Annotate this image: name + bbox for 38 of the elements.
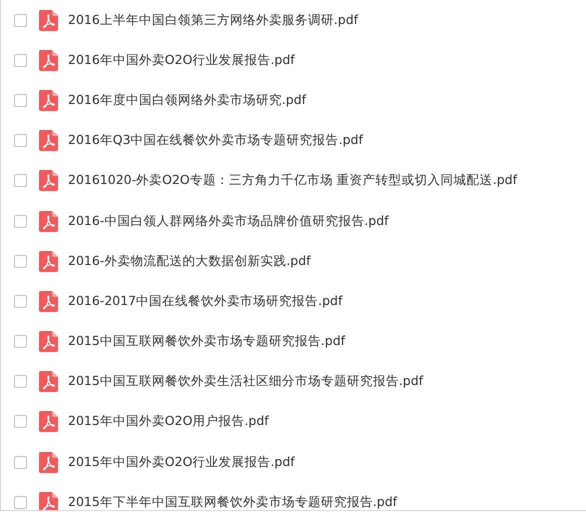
file-name[interactable]: 2016年Q3中国在线餐饮外卖市场专题研究报告.pdf <box>68 132 363 150</box>
checkbox[interactable] <box>14 174 27 188</box>
file-name[interactable]: 2015年下半年中国互联网餐饮外卖市场专题研究报告.pdf <box>68 494 398 510</box>
checkbox[interactable] <box>14 375 27 388</box>
pdf-file-icon <box>39 411 58 432</box>
pdf-file-icon <box>39 170 58 192</box>
checkbox[interactable] <box>14 415 27 428</box>
pdf-file-icon <box>39 331 58 352</box>
checkbox[interactable] <box>14 134 27 148</box>
checkbox[interactable] <box>14 14 27 27</box>
pdf-file-icon <box>39 290 58 312</box>
pdf-file-icon <box>39 371 58 392</box>
file-name[interactable]: 2016上半年中国白领第三方网络外卖服务调研.pdf <box>68 12 358 29</box>
file-name[interactable]: 2016年度中国白领网络外卖市场研究.pdf <box>68 92 306 109</box>
pdf-file-icon <box>39 250 58 272</box>
checkbox[interactable] <box>14 335 27 348</box>
file-name[interactable]: 2015年中国外卖O2O行业发展报告.pdf <box>68 454 295 471</box>
pdf-file-icon <box>39 10 58 31</box>
checkbox[interactable] <box>14 214 27 228</box>
pdf-file-icon <box>39 50 58 71</box>
checkbox[interactable] <box>14 54 27 67</box>
checkbox[interactable] <box>14 94 27 107</box>
file-name[interactable]: 2015中国互联网餐饮外卖市场专题研究报告.pdf <box>68 333 346 350</box>
pdf-file-icon <box>39 452 58 473</box>
file-name[interactable]: 2016-中国白领人群网络外卖市场品牌价值研究报告.pdf <box>68 212 389 230</box>
checkbox[interactable] <box>14 294 27 308</box>
pdf-file-icon <box>39 130 58 152</box>
pdf-file-icon <box>39 90 58 111</box>
file-name[interactable]: 20161020-外卖O2O专题：三方角力千亿市场 重资产转型或切入同城配送.pdf <box>68 172 517 190</box>
checkbox[interactable] <box>14 496 27 509</box>
pdf-file-icon <box>39 210 58 232</box>
file-name[interactable]: 2016-外卖物流配送的大数据创新实践.pdf <box>68 252 311 270</box>
file-name[interactable]: 2016年中国外卖O2O行业发展报告.pdf <box>68 52 295 69</box>
file-name[interactable]: 2015中国互联网餐饮外卖生活社区细分市场专题研究报告.pdf <box>68 373 424 390</box>
file-name[interactable]: 2015年中国外卖O2O用户报告.pdf <box>68 413 269 430</box>
file-name[interactable]: 2016-2017中国在线餐饮外卖市场研究报告.pdf <box>68 292 342 310</box>
checkbox[interactable] <box>14 456 27 469</box>
checkbox[interactable] <box>14 254 27 268</box>
